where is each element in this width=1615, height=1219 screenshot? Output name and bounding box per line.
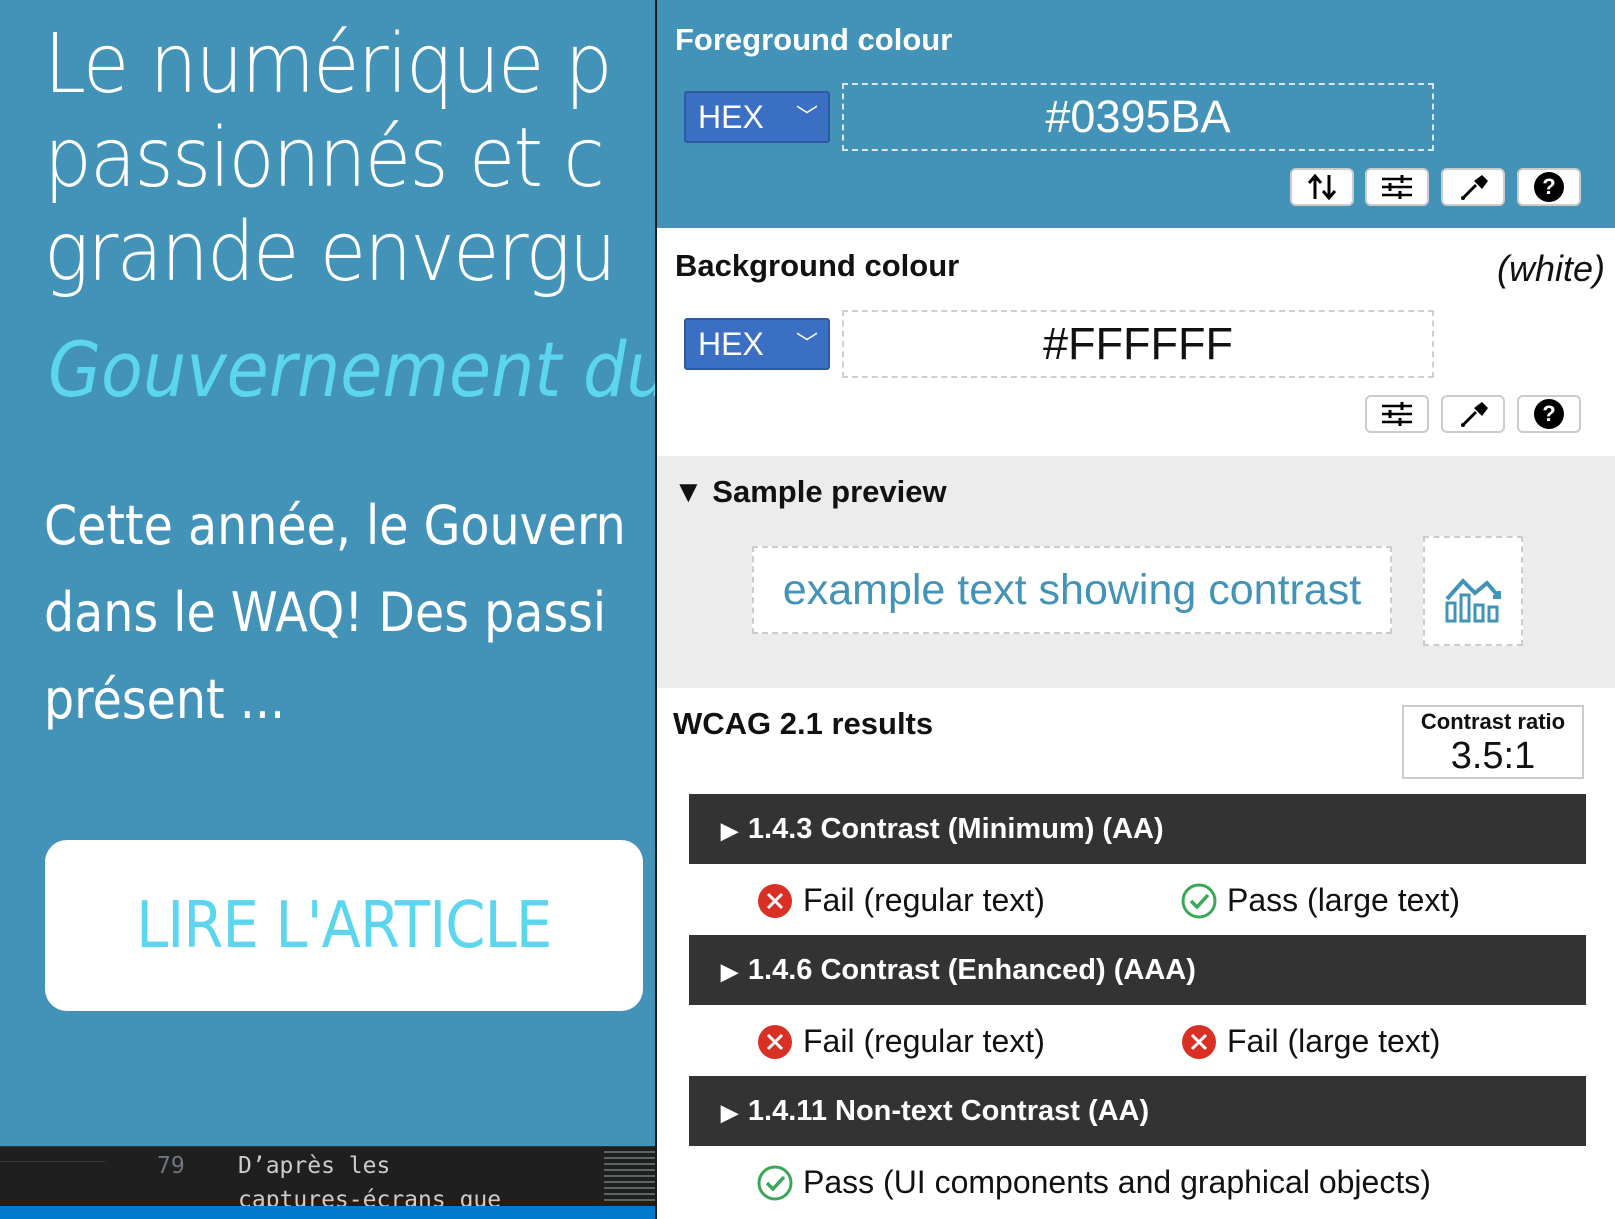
read-article-label: LIRE L'ARTICLE [136, 888, 552, 963]
contrast-checker-panel: Foreground colour HEX ﹀ #0395BA ? Backgr… [655, 0, 1615, 1219]
criterion-label: 1.4.3 Contrast (Minimum) (AA) [747, 813, 1164, 845]
result-item: Pass (large text) [1181, 882, 1460, 919]
sliders-icon [1382, 402, 1412, 426]
hero-body-line: présent ... [44, 668, 286, 731]
pass-icon [757, 1165, 793, 1200]
hero-title-line: Le numérique p [44, 17, 613, 112]
hero-title-line: passionnés et c [44, 111, 605, 206]
sample-preview-toggle[interactable]: ▼ Sample preview [673, 474, 947, 510]
sample-preview-text: example text showing contrast [752, 546, 1392, 634]
foreground-sliders-button[interactable] [1365, 168, 1429, 206]
result-item: Pass (UI components and graphical object… [757, 1164, 1431, 1201]
hero-body-line: dans le WAQ! Des passi [44, 581, 607, 644]
format-select-value: HEX [698, 326, 764, 362]
hero-body-line: Cette année, le Gouvern [44, 494, 626, 557]
foreground-colour-section: Foreground colour HEX ﹀ #0395BA ? [657, 0, 1615, 228]
divider [0, 1161, 105, 1162]
code-editor: 79 D’après les captures-écrans que [0, 1146, 660, 1206]
result-text: Fail (large text) [1227, 1023, 1441, 1059]
read-article-button[interactable]: LIRE L'ARTICLE [45, 840, 643, 1011]
contrast-ratio-box: Contrast ratio 3.5:1 [1402, 705, 1584, 779]
result-item: Fail (regular text) [757, 1023, 1045, 1060]
eyedropper-icon [1461, 175, 1488, 200]
swap-arrows-icon [1307, 173, 1337, 201]
help-icon: ? [1534, 172, 1564, 202]
help-icon: ? [1534, 399, 1564, 429]
background-webpage: Le numérique p passionnés et c grande en… [0, 0, 655, 1146]
background-colour-name: (white) [1496, 248, 1605, 289]
foreground-colour-input[interactable]: #0395BA [842, 83, 1434, 151]
result-text: Pass (UI components and graphical object… [803, 1164, 1431, 1200]
result-item: Fail (large text) [1181, 1023, 1440, 1060]
background-help-button[interactable]: ? [1517, 395, 1581, 433]
expand-triangle-icon: ▶ [721, 1100, 738, 1125]
background-format-select[interactable]: HEX ﹀ [684, 318, 830, 370]
pass-icon [1181, 883, 1217, 918]
fail-icon [758, 883, 792, 918]
editor-status-bar [0, 1206, 660, 1219]
background-colour-title: Background colour [675, 248, 960, 283]
criterion-1-4-11-toggle[interactable]: ▶ 1.4.11 Non-text Contrast (AA) [689, 1076, 1586, 1146]
sample-preview-graphic [1423, 536, 1523, 646]
hero-body: Cette année, le Gouvern dans le WAQ! Des… [44, 482, 655, 743]
contrast-ratio-value: 3.5:1 [1450, 735, 1536, 777]
criterion-1-4-3-toggle[interactable]: ▶ 1.4.3 Contrast (Minimum) (AA) [689, 794, 1586, 864]
background-colour-section: Background colour (white) HEX ﹀ #FFFFFF … [657, 228, 1615, 456]
criterion-label: 1.4.6 Contrast (Enhanced) (AAA) [747, 954, 1196, 986]
background-sliders-button[interactable] [1365, 395, 1429, 433]
code-line[interactable]: captures-écrans que [238, 1187, 501, 1206]
minimap[interactable] [604, 1151, 658, 1201]
expand-triangle-icon: ▶ [721, 818, 738, 843]
foreground-help-button[interactable]: ? [1517, 168, 1581, 206]
result-text: Fail (regular text) [803, 1023, 1045, 1059]
criterion-1-4-6-toggle[interactable]: ▶ 1.4.6 Contrast (Enhanced) (AAA) [689, 935, 1586, 1005]
background-colour-input[interactable]: #FFFFFF [842, 310, 1434, 378]
wcag-results-title: WCAG 2.1 results [673, 706, 934, 741]
fail-icon [1182, 1024, 1216, 1059]
expand-triangle-icon: ▶ [721, 959, 738, 984]
result-text: Fail (regular text) [803, 882, 1045, 918]
sliders-icon [1382, 175, 1412, 199]
foreground-colour-title: Foreground colour [675, 22, 953, 57]
chevron-down-icon: ﹀ [795, 104, 818, 129]
hero-subtitle: Gouvernement du [48, 325, 655, 414]
sample-preview-section: ▼ Sample preview example text showing co… [657, 456, 1615, 688]
result-item: Fail (regular text) [757, 882, 1045, 919]
contrast-ratio-label: Contrast ratio [1420, 709, 1566, 734]
fail-icon [758, 1024, 792, 1059]
chart-icon [1445, 578, 1501, 623]
result-text: Pass (large text) [1227, 882, 1460, 918]
foreground-eyedropper-button[interactable] [1441, 168, 1505, 206]
format-select-value: HEX [698, 99, 764, 135]
line-number: 79 [157, 1153, 185, 1179]
criterion-label: 1.4.11 Non-text Contrast (AA) [747, 1095, 1150, 1127]
eyedropper-icon [1461, 402, 1488, 427]
code-line[interactable]: D’après les [238, 1153, 390, 1179]
background-eyedropper-button[interactable] [1441, 395, 1505, 433]
foreground-format-select[interactable]: HEX ﹀ [684, 91, 830, 143]
hero-title-line: grande envergu [44, 205, 617, 300]
hero-title: Le numérique p passionnés et c grande en… [44, 18, 655, 300]
chevron-down-icon: ﹀ [795, 331, 818, 356]
swap-colours-button[interactable] [1290, 168, 1354, 206]
